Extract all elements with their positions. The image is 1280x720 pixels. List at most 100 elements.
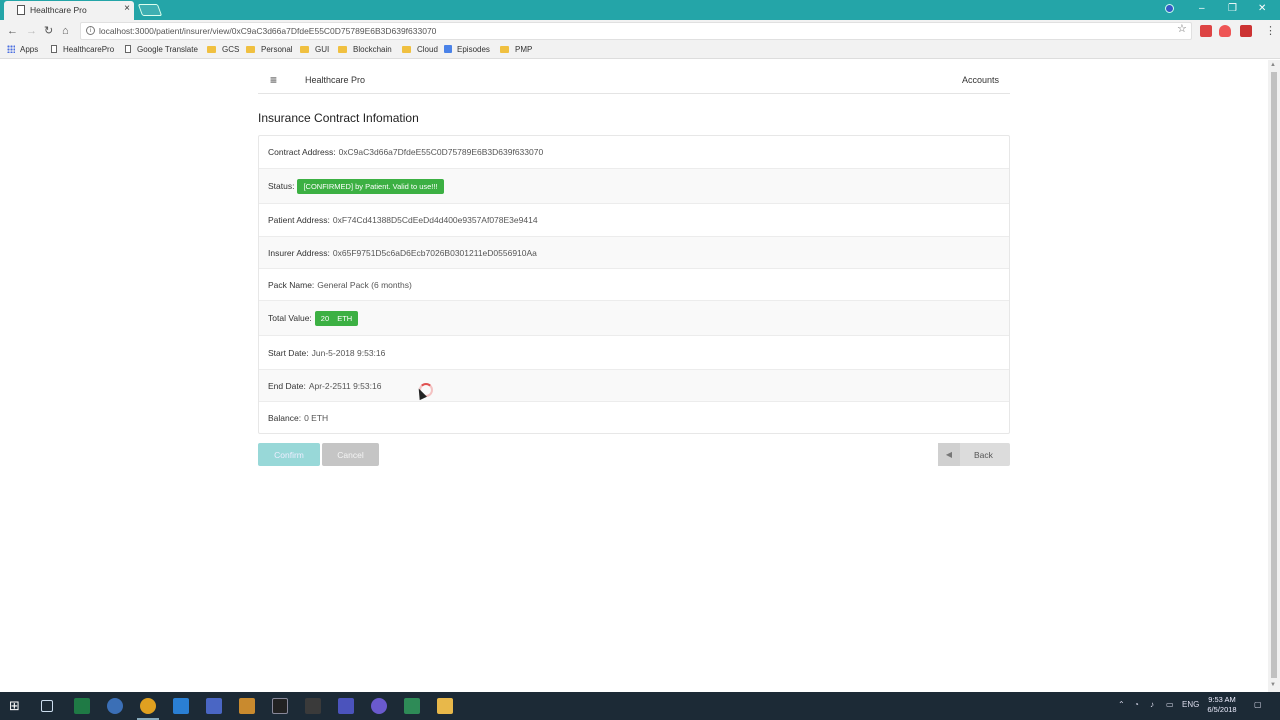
info-icon[interactable]: i	[86, 26, 95, 35]
confirm-button[interactable]: Confirm	[258, 443, 320, 466]
bookmarks-bar: Apps HealthcarePro Google Translate GCS …	[0, 42, 1280, 59]
start-date-value: Jun-5-2018 9:53:16	[311, 347, 386, 358]
tab-title: Healthcare Pro	[30, 5, 87, 15]
folder-icon	[402, 46, 411, 53]
taskbar-clock[interactable]: 9:53 AM 6/5/2018	[1202, 695, 1242, 715]
pack-name-label: Pack Name:	[268, 279, 315, 290]
end-date-value: Apr-2-2511 9:53:16	[308, 380, 382, 391]
page-icon	[51, 45, 57, 53]
app-brand[interactable]: Healthcare Pro	[305, 75, 365, 85]
bookmark-pmp[interactable]: PMP	[500, 45, 532, 54]
start-date-label: Start Date:	[268, 347, 309, 358]
total-value-badge: 20 ETH	[314, 310, 359, 326]
cancel-button[interactable]: Cancel	[322, 443, 379, 466]
pack-name-value: General Pack (6 months)	[317, 279, 412, 290]
reload-icon[interactable]: ↻	[44, 24, 53, 38]
task-view-icon[interactable]	[41, 700, 53, 712]
clock-date: 6/5/2018	[1207, 705, 1237, 714]
bookmark-star-icon[interactable]: ☆	[1177, 22, 1187, 35]
terminal-icon[interactable]	[272, 698, 288, 714]
bookmark-gcs[interactable]: GCS	[207, 45, 239, 54]
folder-icon	[500, 46, 509, 53]
clock-time: 9:53 AM	[1208, 695, 1236, 704]
address-bar[interactable]: i localhost:3000/patient/insurer/view/0x…	[80, 22, 1192, 40]
windows-taskbar: ⊞ ⌃ ◔ ♪ ▭ ENG 9:53 AM 6/5/2018 ▢	[0, 692, 1280, 720]
extension-icon[interactable]	[1240, 25, 1252, 37]
profile-icon[interactable]	[1165, 4, 1174, 13]
bookmark-healthcarepro[interactable]: HealthcarePro	[51, 45, 114, 54]
bookmark-cloud[interactable]: Cloud	[402, 45, 438, 54]
insurer-address-label: Insurer Address:	[268, 247, 330, 258]
forward-arrow-icon[interactable]: →	[26, 24, 37, 38]
status-label: Status:	[268, 181, 295, 191]
scroll-up-icon[interactable]: ▲	[1270, 62, 1276, 68]
tray-expand-icon[interactable]: ⌃	[1118, 700, 1125, 709]
folder-icon	[300, 46, 309, 53]
browser-tab[interactable]: Healthcare Pro ×	[4, 1, 134, 20]
patient-address-value: 0xF74Cd41388D5CdEeDd4d400e9357Af078E3e94…	[332, 215, 538, 225]
volume-icon[interactable]: ♪	[1150, 700, 1154, 709]
menu-kebab-icon[interactable]: ⋮	[1265, 24, 1276, 38]
contract-address-row: Contract Address: 0xC9aC3d66a7DfdeE55C0D…	[259, 136, 1009, 169]
keyboard-icon[interactable]: ▭	[1166, 700, 1174, 709]
vscode-icon[interactable]	[173, 698, 189, 714]
folder-icon	[246, 46, 255, 53]
restore-icon[interactable]: ❐	[1228, 2, 1237, 16]
pocket-icon[interactable]	[1219, 25, 1231, 37]
tab-close-icon[interactable]: ×	[124, 4, 130, 14]
url-text: localhost:3000/patient/insurer/view/0xC9…	[99, 26, 437, 36]
bookmark-google-translate[interactable]: Google Translate	[125, 45, 198, 54]
scroll-thumb[interactable]	[1271, 72, 1277, 678]
folder-icon	[338, 46, 347, 53]
page-icon	[125, 45, 131, 53]
back-arrow-icon[interactable]: ←	[7, 24, 18, 38]
language-indicator[interactable]: ENG	[1182, 700, 1199, 709]
extension-icon[interactable]	[1200, 25, 1212, 37]
app-icon[interactable]	[404, 698, 420, 714]
bookmark-episodes[interactable]: Episodes	[444, 45, 490, 54]
app-icon[interactable]	[371, 698, 387, 714]
close-window-icon[interactable]: ✕	[1258, 2, 1266, 16]
excel-icon[interactable]	[74, 698, 90, 714]
balance-row: Balance: 0 ETH	[259, 402, 1009, 433]
teams-icon[interactable]	[338, 698, 354, 714]
minimize-icon[interactable]: –	[1199, 2, 1205, 16]
notifications-icon[interactable]: ▢	[1254, 700, 1262, 709]
bookmark-gui[interactable]: GUI	[300, 45, 329, 54]
insurer-address-row: Insurer Address: 0x65F9751D5c6aD6Ecb7026…	[259, 237, 1009, 269]
end-date-label: End Date:	[268, 380, 306, 391]
balance-value: 0 ETH	[304, 412, 329, 423]
folder-icon	[207, 46, 216, 53]
box-icon[interactable]	[239, 698, 255, 714]
browser-titlebar: Healthcare Pro × – ❐ ✕	[0, 0, 1280, 20]
status-badge: [CONFIRMED] by Patient. Valid to use!!!	[297, 178, 444, 194]
app-icon[interactable]	[206, 698, 222, 714]
new-tab-button[interactable]	[137, 4, 163, 16]
contract-card: Contract Address: 0xC9aC3d66a7DfdeE55C0D…	[258, 135, 1010, 434]
total-value-label: Total Value:	[268, 313, 312, 323]
windows-start-icon[interactable]: ⊞	[9, 698, 25, 714]
bookmark-blockchain[interactable]: Blockchain	[338, 45, 392, 54]
arrow-left-icon: ◀	[938, 443, 960, 466]
balance-label: Balance:	[268, 412, 302, 423]
home-icon[interactable]: ⌂	[62, 24, 69, 38]
network-icon[interactable]: ◔	[1134, 700, 1139, 709]
page-scrollbar[interactable]: ▲ ▼	[1268, 60, 1280, 692]
browser-toolbar: ← → ↻ ⌂ i localhost:3000/patient/insurer…	[0, 20, 1280, 42]
total-value-row: Total Value: 20 ETH	[259, 301, 1009, 336]
contract-address-value: 0xC9aC3d66a7DfdeE55C0D75789E6B3D639f6330…	[338, 147, 544, 157]
hamburger-menu-icon[interactable]: ≡	[270, 73, 277, 87]
accounts-link[interactable]: Accounts	[962, 75, 999, 85]
contract-address-label: Contract Address:	[268, 147, 336, 157]
end-date-row: End Date: Apr-2-2511 9:53:16	[259, 370, 1009, 402]
app-icon[interactable]	[305, 698, 321, 714]
file-explorer-icon[interactable]	[437, 698, 453, 714]
chrome-icon[interactable]	[140, 698, 156, 714]
back-button[interactable]: ◀ Back	[938, 443, 1010, 466]
bookmark-personal[interactable]: Personal	[246, 45, 293, 54]
scroll-down-icon[interactable]: ▼	[1270, 682, 1276, 688]
app-icon[interactable]	[107, 698, 123, 714]
bookmark-apps[interactable]: Apps	[7, 45, 38, 54]
bookmark-site-icon	[444, 45, 452, 53]
page-title: Insurance Contract Infomation	[258, 111, 419, 125]
